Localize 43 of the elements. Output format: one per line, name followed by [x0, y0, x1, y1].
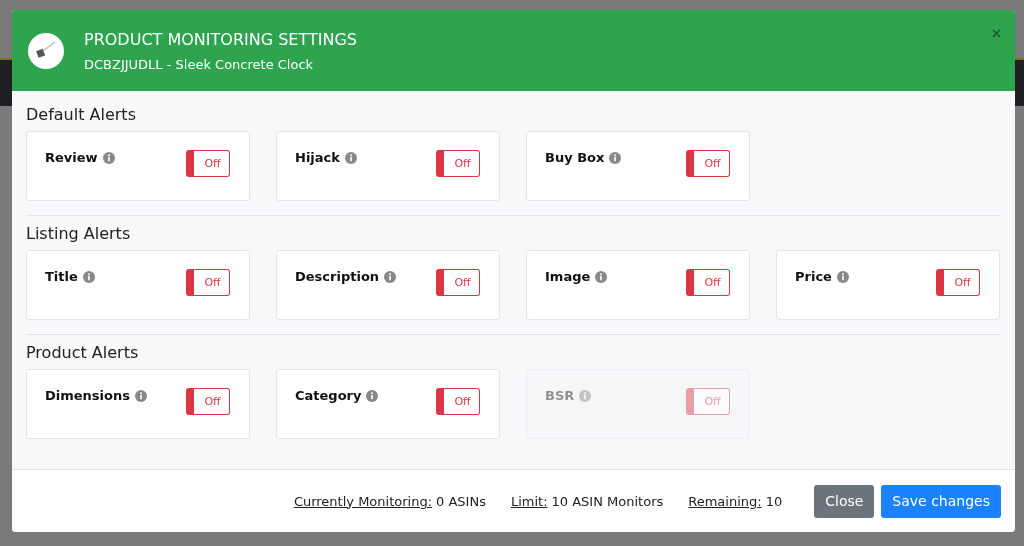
- alert-label: Review: [45, 150, 98, 165]
- toggle-switch[interactable]: Off: [686, 150, 730, 177]
- alert-label: BSR: [545, 388, 575, 403]
- info-icon: [836, 270, 849, 283]
- toggle-switch[interactable]: Off: [936, 269, 980, 296]
- toggle-switch[interactable]: Off: [436, 388, 480, 415]
- alert-label: Image: [545, 269, 591, 284]
- toggle-switch[interactable]: Off: [686, 269, 730, 296]
- close-button[interactable]: Close: [814, 484, 875, 518]
- dialog-title: PRODUCT MONITORING SETTINGS: [84, 29, 357, 49]
- alert-label: Description: [295, 269, 380, 284]
- save-button[interactable]: Save changes: [881, 484, 1001, 518]
- toggle-switch[interactable]: Off: [436, 150, 480, 177]
- stat-value: 10: [765, 493, 783, 509]
- toggle-switch[interactable]: Off: [436, 269, 480, 296]
- stat-label: Limit:: [510, 493, 548, 509]
- toggle-switch[interactable]: Off: [186, 388, 230, 415]
- alert-label: Dimensions: [45, 388, 130, 403]
- info-icon: [344, 151, 357, 164]
- info-icon: [102, 151, 115, 164]
- section-heading: Listing Alerts: [26, 224, 132, 243]
- toggle-switch[interactable]: Off: [186, 150, 230, 177]
- info-icon: [366, 389, 379, 402]
- section-heading: Product Alerts: [26, 343, 140, 362]
- stat-label: Currently Monitoring:: [293, 493, 433, 509]
- dialog-subtitle: DCBZJJUDLL - Sleek Concrete Clock: [84, 56, 315, 72]
- product-thumbnail-icon: [28, 32, 64, 69]
- info-icon: [595, 270, 608, 283]
- alert-label: Buy Box: [545, 150, 605, 165]
- alert-label: Category: [295, 388, 362, 403]
- section-heading: Default Alerts: [26, 105, 137, 124]
- info-icon: [82, 270, 95, 283]
- info-icon: [135, 389, 147, 402]
- toggle-switch[interactable]: Off: [186, 269, 230, 296]
- info-icon: [609, 151, 622, 164]
- stat-value: 10 ASIN Monitors: [551, 493, 664, 509]
- alert-label: Price: [795, 269, 832, 284]
- info-icon: [579, 389, 592, 402]
- alert-label: Hijack: [295, 150, 340, 165]
- stat-value: 0 ASINs: [436, 493, 486, 509]
- alert-label: Title: [45, 269, 78, 284]
- stat-label: Remaining:: [688, 493, 762, 509]
- info-icon: [384, 270, 397, 283]
